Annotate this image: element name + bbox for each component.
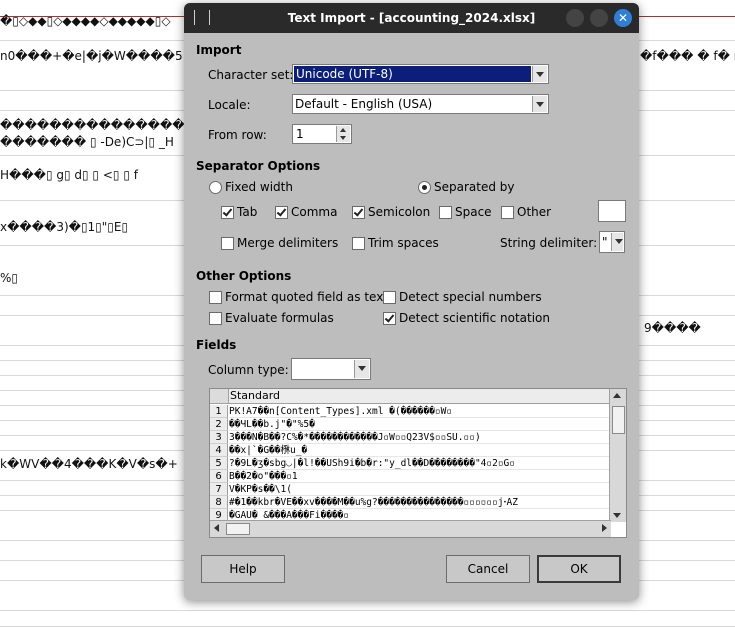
garbled-text: �▯◇◆◆▯◇◆◆◆◆◇◆◆◆◆◆▯◇: [0, 14, 171, 28]
garbled-text: %▯: [0, 271, 19, 285]
text-import-dialog: Text Import - [accounting_2024.xlsx] ✕ I…: [184, 3, 639, 600]
comma-checkbox[interactable]: [275, 206, 288, 219]
tab-label[interactable]: Tab: [237, 205, 257, 219]
trim-spaces-checkbox[interactable]: [352, 237, 365, 250]
scroll-left-icon[interactable]: [214, 524, 219, 532]
evaluate-formulas-checkbox[interactable]: [209, 312, 222, 325]
preview-row[interactable]: 3���N�B��?C%�*������������J▫W▫▫Q23V$▫▫SU…: [229, 431, 609, 444]
fixed-width-label[interactable]: Fixed width: [225, 180, 293, 194]
string-delimiter-label: String delimiter:: [500, 236, 598, 250]
separated-by-label[interactable]: Separated by: [434, 180, 515, 194]
preview-row[interactable]: V�KP�s��\1(: [229, 483, 609, 496]
chevron-down-icon[interactable]: [354, 360, 369, 378]
comma-label[interactable]: Comma: [291, 205, 337, 219]
fromrow-stepper[interactable]: 1: [292, 124, 352, 144]
fromrow-label: From row:: [208, 128, 267, 142]
other-checkbox[interactable]: [501, 206, 514, 219]
charset-value: Unicode (UTF-8): [294, 66, 531, 82]
charset-label: Character set:: [208, 68, 294, 82]
semicolon-checkbox[interactable]: [352, 206, 365, 219]
semicolon-label[interactable]: Semicolon: [368, 205, 430, 219]
row-number[interactable]: 1: [210, 405, 228, 418]
fromrow-value: 1: [296, 127, 304, 141]
scroll-thumb[interactable]: [612, 406, 625, 434]
detect-special-checkbox[interactable]: [383, 291, 396, 304]
scroll-right-icon[interactable]: [602, 524, 607, 532]
garbled-text: �f��� � f� ny: [640, 49, 735, 63]
trim-spaces-label[interactable]: Trim spaces: [368, 236, 439, 250]
garbled-text: H���▯ g▯ d▯ ▯ <▯ ▯ f: [0, 168, 138, 182]
locale-label: Locale:: [208, 98, 251, 112]
preview-row[interactable]: B��2�o"���▫1: [229, 470, 609, 483]
separator-section-heading: Separator Options: [196, 159, 321, 173]
row-line: [0, 626, 735, 627]
chevron-down-icon[interactable]: [532, 66, 547, 82]
preview-row[interactable]: ��ЧL��b.j"�"%5�: [229, 418, 609, 431]
chevron-down-icon[interactable]: [611, 233, 623, 251]
space-label[interactable]: Space: [455, 205, 492, 219]
other-label[interactable]: Other: [517, 205, 551, 219]
close-icon: ✕: [617, 11, 629, 25]
detect-scientific-checkbox[interactable]: [383, 312, 396, 325]
minimize-button[interactable]: [566, 9, 584, 27]
chevron-down-icon[interactable]: [532, 96, 547, 112]
close-button[interactable]: ✕: [614, 9, 632, 27]
stepper-up-icon[interactable]: [336, 126, 350, 134]
row-number[interactable]: 4: [210, 444, 228, 457]
string-delimiter-value: ": [602, 235, 608, 249]
cancel-button[interactable]: Cancel: [446, 555, 530, 583]
garbled-text: n0���+�e|�j�W����5: [0, 49, 183, 63]
evaluate-formulas-label[interactable]: Evaluate formulas: [225, 311, 334, 325]
column-type-dropdown[interactable]: [291, 358, 371, 380]
preview-horizontal-scrollbar[interactable]: [210, 520, 611, 537]
space-checkbox[interactable]: [439, 206, 452, 219]
maximize-button[interactable]: [590, 9, 608, 27]
preview-corner[interactable]: [210, 389, 229, 403]
row-number[interactable]: 5: [210, 457, 228, 470]
help-button[interactable]: Help: [201, 555, 285, 583]
garbled-text: 9����: [644, 321, 701, 335]
scroll-up-icon[interactable]: [613, 393, 621, 398]
preview-column-header[interactable]: Standard: [230, 389, 280, 402]
fixed-width-radio[interactable]: [209, 181, 222, 194]
other-separator-input[interactable]: [598, 200, 626, 222]
merge-delimiters-checkbox[interactable]: [221, 237, 234, 250]
format-quoted-label[interactable]: Format quoted field as text: [225, 290, 388, 304]
row-number[interactable]: 7: [210, 483, 228, 496]
separated-by-radio[interactable]: [418, 181, 431, 194]
column-type-label: Column type:: [208, 363, 289, 377]
row-number[interactable]: 8: [210, 496, 228, 509]
row-line: [0, 610, 735, 611]
garbled-text: k�WV��4���K�V�s�+: [0, 457, 178, 471]
detect-special-label[interactable]: Detect special numbers: [399, 290, 542, 304]
preview-row[interactable]: #�1��kbr�VE��xv����M��u%g?��������������…: [229, 496, 609, 509]
row-number[interactable]: 2: [210, 418, 228, 431]
row-number[interactable]: 6: [210, 470, 228, 483]
fields-heading: Fields: [196, 338, 237, 352]
format-quoted-checkbox[interactable]: [209, 291, 222, 304]
import-section-heading: Import: [196, 43, 242, 57]
row-number[interactable]: 3: [210, 431, 228, 444]
charset-dropdown[interactable]: Unicode (UTF-8): [292, 64, 549, 84]
string-delimiter-dropdown[interactable]: ": [599, 231, 625, 253]
garbled-text: x����3)�▯1▯"▯E▯: [0, 220, 129, 234]
preview-row[interactable]: ?�9L�ʒ�sbg◡|�l!��USh9i�b�r:"y_dl��D�����…: [229, 457, 609, 470]
tab-checkbox[interactable]: [221, 206, 234, 219]
detect-scientific-label[interactable]: Detect scientific notation: [399, 311, 550, 325]
title-bar[interactable]: Text Import - [accounting_2024.xlsx] ✕: [184, 3, 639, 33]
preview-grid[interactable]: Standard 1 PK!A7��n[Content_Types].xml �…: [209, 388, 627, 538]
locale-value: Default - English (USA): [295, 97, 433, 111]
preview-row[interactable]: PK!A7��n[Content_Types].xml �(������▫W▫: [229, 405, 609, 418]
other-options-heading: Other Options: [196, 269, 292, 283]
scroll-down-icon[interactable]: [613, 513, 621, 518]
scroll-thumb[interactable]: [226, 523, 250, 535]
ok-button[interactable]: OK: [537, 555, 621, 583]
stepper-down-icon[interactable]: [336, 134, 350, 142]
preview-vertical-scrollbar[interactable]: [609, 389, 626, 522]
preview-row[interactable]: ��x|`�G��㮊u_�: [229, 444, 609, 457]
locale-dropdown[interactable]: Default - English (USA): [292, 94, 549, 114]
merge-delimiters-label[interactable]: Merge delimiters: [237, 236, 338, 250]
garbled-text: ������� ▯ -De)C⊃|▯ _H: [0, 135, 174, 149]
